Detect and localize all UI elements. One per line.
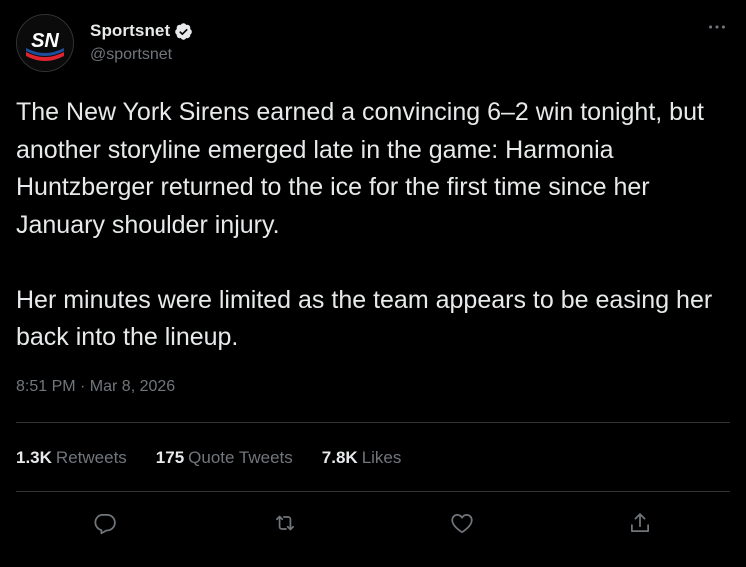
reply-button[interactable] [90,508,120,538]
avatar[interactable]: SN [16,14,74,72]
quote-tweets-label: Quote Tweets [188,448,293,467]
avatar-logo-text: SN [31,30,59,52]
share-button[interactable] [625,508,655,538]
more-horizontal-icon [709,25,725,29]
retweets-stat[interactable]: 1.3K Retweets [16,448,127,468]
retweets-label: Retweets [55,448,127,467]
divider [16,491,730,492]
tweet-card: SN Sportsnet @sportsnet The New York Sir… [0,0,746,567]
quote-tweets-count: 175 [155,448,185,467]
author-handle[interactable]: @sportsnet [90,46,193,64]
tweet-paragraph: The New York Sirens earned a convincing … [16,98,704,239]
divider [16,422,730,423]
engagement-stats: 1.3K Retweets 175 Quote Tweets 7.8K Likes [16,448,430,468]
likes-label: Likes [361,448,402,467]
author-info: Sportsnet @sportsnet [90,20,193,64]
tweet-timestamp[interactable]: 8:51 PM · Mar 8, 2026 [16,378,175,396]
retweet-icon [276,515,294,531]
reply-icon [94,514,116,535]
more-options-button[interactable] [706,16,728,38]
verified-badge-icon [174,22,193,41]
heart-icon [451,514,473,534]
likes-stat[interactable]: 7.8K Likes [322,448,402,468]
tweet-paragraph: Her minutes were limited as the team app… [16,285,713,352]
author-display-name[interactable]: Sportsnet [90,21,170,41]
retweets-count: 1.3K [16,448,52,467]
tweet-header: SN Sportsnet @sportsnet [16,14,730,74]
retweet-button[interactable] [270,508,300,538]
like-button[interactable] [447,508,477,538]
likes-count: 7.8K [321,448,358,467]
tweet-text: The New York Sirens earned a convincing … [16,94,732,357]
share-icon [631,513,649,532]
action-bar [0,508,746,538]
sportsnet-logo-icon: SN [17,15,73,71]
quote-tweets-stat[interactable]: 175 Quote Tweets [156,448,293,468]
